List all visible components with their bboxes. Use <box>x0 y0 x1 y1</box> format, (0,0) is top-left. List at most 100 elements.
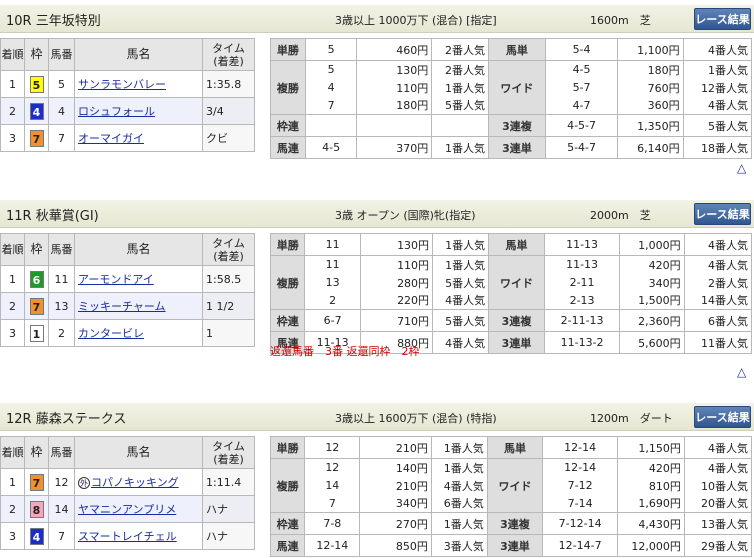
waku-badge: 5 <box>29 75 44 93</box>
payout-row: 複勝 11 110円 1番人気 ワイド 11-13 420円 4番人気 <box>269 255 753 310</box>
horse-name-cell: スマートレイチェル <box>74 522 203 550</box>
payout-amount: 850円 <box>359 534 432 557</box>
popularity: 4番人気 <box>430 476 488 495</box>
horse-name-link[interactable]: アーモンドアイ <box>78 273 154 286</box>
bet-type-label: 単勝 <box>269 233 306 256</box>
waku-cell: 8 <box>24 495 49 523</box>
result-row: 3 7 7 オーマイガイ クビ <box>0 124 255 152</box>
bet-type-label: 3連単 <box>488 331 545 354</box>
payout-table: 単勝 12 210円 1番人気 馬単 12-14 1,150円 4番人気 複勝 12 140円 1番人… <box>269 436 753 557</box>
payout-row: 単勝 12 210円 1番人気 馬単 12-14 1,150円 4番人気 <box>269 436 753 459</box>
bet-type-label: ワイド <box>487 60 546 115</box>
race-name: 10R 三年坂特別 <box>6 14 101 29</box>
horse-number: 7 <box>48 124 75 152</box>
page-top-triangle-icon[interactable]: △ <box>737 161 746 175</box>
horse-name-link[interactable]: ヤマニンアンプリメ <box>78 503 176 516</box>
horse-name-link[interactable]: ミッキーチャーム <box>78 300 166 313</box>
time-header: タイム (着差) <box>202 436 255 469</box>
bet-combination: 11-13 <box>543 255 621 274</box>
popularity: 4番人気 <box>683 458 753 477</box>
horse-name-cell: アーモンドアイ <box>74 265 203 293</box>
popularity: 1番人気 <box>432 233 490 256</box>
race-header: 12R 藤森ステークス 3歳以上 1600万下 (混合) (特指) 1200m ダー… <box>0 403 754 431</box>
bet-type-label: 枠連 <box>269 309 306 332</box>
bet-type-label: 複勝 <box>269 458 306 513</box>
popularity: 1番人気 <box>682 60 753 79</box>
popularity: 2番人気 <box>683 273 753 292</box>
payout-amount: 460円 <box>356 38 433 61</box>
bet-combination: 12 <box>304 458 361 477</box>
payout-amount: 1,100円 <box>617 38 684 61</box>
race-conditions: 3歳以上 1600万下 (混合) (特指) <box>335 412 497 425</box>
popularity: 6番人気 <box>683 309 753 332</box>
bet-combination: 6-7 <box>304 309 361 332</box>
race-result-button[interactable]: レース結果 <box>694 8 751 30</box>
bet-combination: 5 <box>304 60 358 79</box>
race-conditions: 3歳 オープン (国際)牝(指定) <box>335 209 476 222</box>
time-margin: 1:58.5 <box>202 265 255 293</box>
result-row: 1 5 5 サンラモンバレー 1:35.8 <box>0 70 255 98</box>
horse-name-link[interactable]: サンラモンバレー <box>78 78 166 91</box>
popularity: 1番人気 <box>430 512 488 535</box>
horse-name-link[interactable]: オーマイガイ <box>78 132 144 145</box>
horse-name-link[interactable]: コパノキッキング <box>91 476 179 489</box>
race-name: 11R 秋華賞(GI) <box>6 209 99 224</box>
race-header: 11R 秋華賞(GI) 3歳 オープン (国際)牝(指定) 2000m 芝 レース結果 <box>0 200 754 228</box>
foreign-bred-mark: 外 <box>78 477 90 489</box>
race-distance: 2000m 芝 <box>590 209 651 222</box>
race-name: 12R 藤森ステークス <box>6 412 127 427</box>
payout-amount: 4,430円 <box>617 512 685 535</box>
uma-header: 馬番 <box>48 38 75 71</box>
race-result-button[interactable]: レース結果 <box>694 203 751 225</box>
horse-number: 12 <box>48 468 75 496</box>
payout-amount: 130円 <box>356 60 433 79</box>
waku-badge: 4 <box>29 527 44 545</box>
rank-header: 着順 <box>0 38 25 71</box>
time-header: タイム (着差) <box>202 38 255 71</box>
race-header: 10R 三年坂特別 3歳以上 1000万下 (混合) [指定] 1600m 芝 レース… <box>0 5 754 33</box>
payout-amount <box>356 114 433 137</box>
payout-table: 単勝 5 460円 2番人気 馬単 5-4 1,100円 4番人気 複勝 5 130円 2番人気 ワイド… <box>270 38 753 159</box>
payout-amount: 270円 <box>359 512 432 535</box>
bet-combination: 12 <box>304 436 361 459</box>
bet-combination: 2-13 <box>543 291 621 310</box>
horse-name-cell: カンタービレ <box>74 319 203 347</box>
popularity: 1番人気 <box>432 255 490 274</box>
popularity: 5番人気 <box>432 309 490 332</box>
race-result-button[interactable]: レース結果 <box>694 406 751 428</box>
horse-number: 14 <box>48 495 75 523</box>
bet-combination <box>304 114 358 137</box>
payout-amount: 1,690円 <box>617 494 685 513</box>
race-section: 11R 秋華賞(GI) 3歳 オープン (国際)牝(指定) 2000m 芝 レース結果… <box>0 200 754 379</box>
payout-amount: 110円 <box>359 255 434 274</box>
bet-combination: 12-14-7 <box>542 534 619 557</box>
waku-badge: 7 <box>29 129 44 147</box>
race-conditions: 3歳以上 1000万下 (混合) [指定] <box>335 14 497 27</box>
waku-header: 枠 <box>24 233 49 266</box>
popularity: 4番人気 <box>683 255 753 274</box>
finish-rank: 3 <box>0 319 25 347</box>
horse-name-link[interactable]: ロシュフォール <box>78 105 155 118</box>
popularity: 12番人気 <box>682 78 753 97</box>
time-margin: 1 <box>202 319 255 347</box>
horse-name-link[interactable]: カンタービレ <box>78 327 144 340</box>
payout-row: 枠連 6-7 710円 5番人気 3連複 2-11-13 2,360円 6番人気 <box>269 309 753 332</box>
bet-type-label: 3連単 <box>487 136 546 159</box>
popularity: 1番人気 <box>431 78 489 97</box>
popularity: 10番人気 <box>683 476 753 495</box>
payout-row: 単勝 11 130円 1番人気 馬単 11-13 1,000円 4番人気 <box>269 233 753 256</box>
horse-header: 馬名 <box>74 436 203 469</box>
bet-combination: 2 <box>304 291 361 310</box>
page-top-triangle-icon[interactable]: △ <box>737 365 746 379</box>
race-distance: 1200m ダート <box>590 412 673 425</box>
waku-badge: 1 <box>29 324 44 342</box>
horse-name-link[interactable]: スマートレイチェル <box>78 530 177 543</box>
horse-header: 馬名 <box>74 233 203 266</box>
payout-row: 単勝 5 460円 2番人気 馬単 5-4 1,100円 4番人気 <box>270 38 753 61</box>
bet-combination: 14 <box>304 476 361 495</box>
popularity: 4番人気 <box>682 38 753 61</box>
payout-amount: 210円 <box>359 436 432 459</box>
horse-number: 4 <box>48 97 75 125</box>
horse-name-cell: サンラモンバレー <box>74 70 203 98</box>
bet-combination: 4-5-7 <box>544 114 619 137</box>
